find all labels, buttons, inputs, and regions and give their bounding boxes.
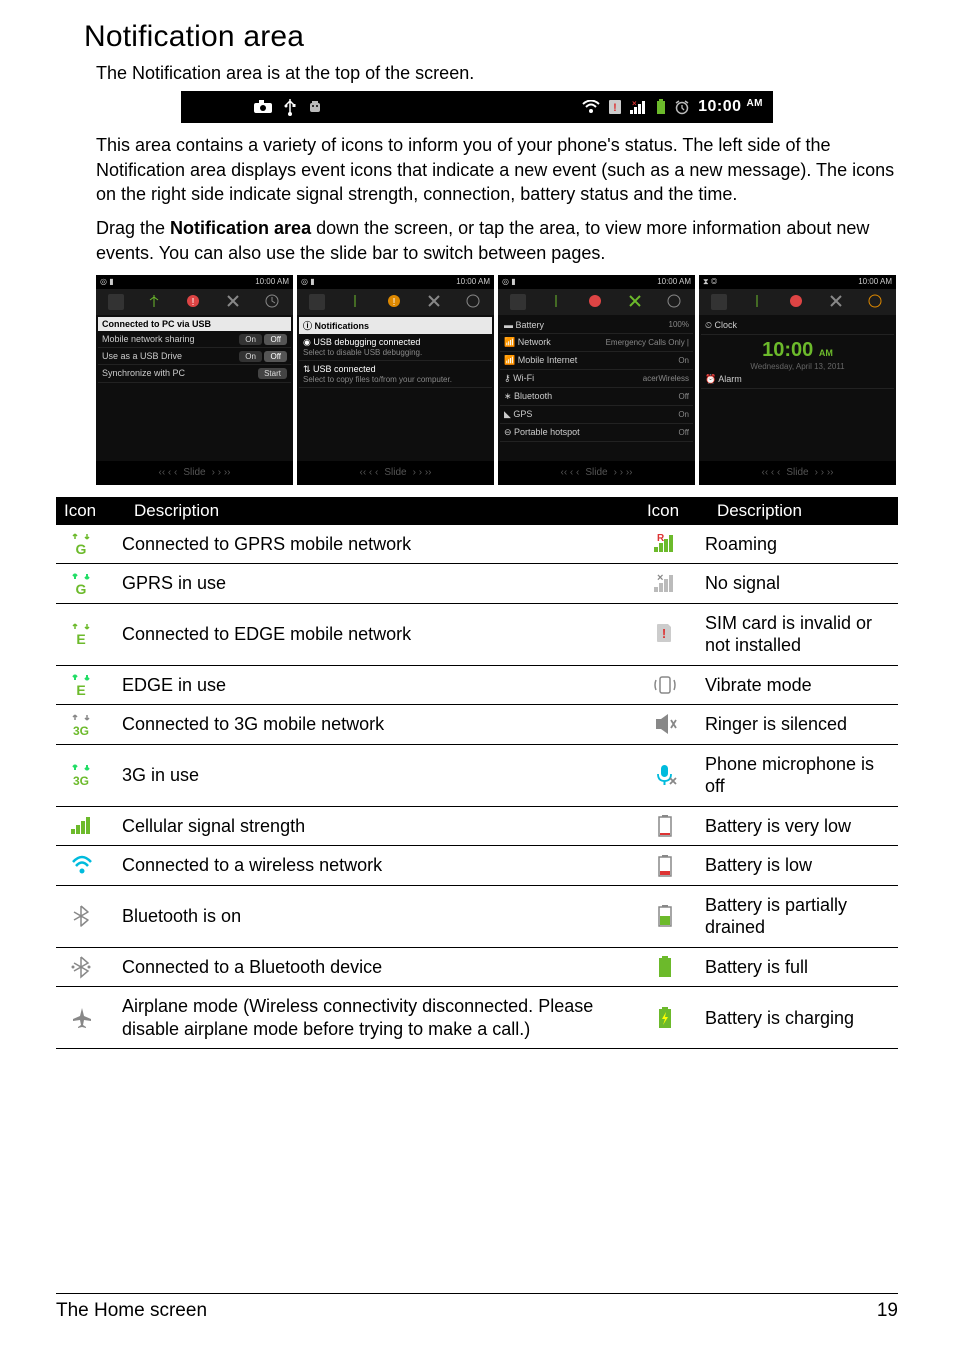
- screenshot-settings: ◎ ▮10:00 AM ▬ Battery100% 📶 NetworkEmerg…: [498, 275, 695, 485]
- description-cell: Battery is very low: [691, 806, 898, 846]
- wifi-icon: [582, 100, 600, 114]
- svg-text:!: !: [393, 297, 396, 308]
- description-cell: SIM card is invalid or not installed: [691, 603, 898, 665]
- notification-panel-screenshots: ◎ ▮10:00 AM ! Connected to PC via USB Mo…: [96, 275, 896, 485]
- no-signal-icon: [639, 564, 691, 604]
- description-cell: Connected to a wireless network: [108, 846, 639, 886]
- table-row: GPRS in use No signal: [56, 564, 898, 604]
- bluetooth-icon: [56, 885, 108, 947]
- batt-partial-icon: [639, 885, 691, 947]
- svg-text:!: !: [192, 297, 195, 308]
- screenshot-clock: ⧗ ◎10:00 AM ⏲ Clock 10:00 AMWednesday, A…: [699, 275, 896, 485]
- th-desc-1: Description: [108, 497, 639, 525]
- description-cell: Bluetooth is on: [108, 885, 639, 947]
- table-row: Connected to GPRS mobile network Roaming: [56, 525, 898, 564]
- threeg-use-icon: [56, 744, 108, 806]
- signal-icon: [56, 806, 108, 846]
- page-title: Notification area: [84, 20, 898, 54]
- sim-invalid-icon: [639, 603, 691, 665]
- description-cell: No signal: [691, 564, 898, 604]
- table-row: Connected to a Bluetooth device Battery i…: [56, 947, 898, 987]
- paragraph-2: Drag the Notification area down the scre…: [96, 216, 898, 265]
- ringer-silenced-icon: [639, 705, 691, 745]
- paragraph-1: This area contains a variety of icons to…: [96, 133, 898, 206]
- footer-section: The Home screen: [56, 1300, 207, 1322]
- camera-icon: [253, 100, 273, 114]
- sim-warn-icon: !: [608, 99, 622, 115]
- wifi-icon: [56, 846, 108, 886]
- mic-off-icon: [639, 744, 691, 806]
- svg-text:!: !: [613, 102, 617, 114]
- edge-icon: [56, 603, 108, 665]
- svg-text:×: ×: [632, 100, 637, 108]
- threeg-icon: [56, 705, 108, 745]
- edge-use-icon: [56, 665, 108, 705]
- description-cell: Connected to GPRS mobile network: [108, 525, 639, 564]
- gprs-icon: [56, 525, 108, 564]
- debug-icon: [307, 99, 323, 115]
- screenshot-usb: ◎ ▮10:00 AM ! Connected to PC via USB Mo…: [96, 275, 293, 485]
- description-cell: GPRS in use: [108, 564, 639, 604]
- airplane-icon: [56, 987, 108, 1049]
- description-cell: Airplane mode (Wireless connectivity dis…: [108, 987, 639, 1049]
- description-cell: Battery is charging: [691, 987, 898, 1049]
- alarm-icon: [674, 99, 690, 115]
- th-icon-1: Icon: [56, 497, 108, 525]
- batt-low-icon: [639, 846, 691, 886]
- table-row: 3G in use Phone microphone is off: [56, 744, 898, 806]
- footer-page-number: 19: [877, 1300, 898, 1322]
- description-cell: Connected to a Bluetooth device: [108, 947, 639, 987]
- description-cell: Roaming: [691, 525, 898, 564]
- description-cell: Battery is low: [691, 846, 898, 886]
- table-row: Bluetooth is on Battery is partially drai…: [56, 885, 898, 947]
- description-cell: Ringer is silenced: [691, 705, 898, 745]
- table-row: Cellular signal strength Battery is very …: [56, 806, 898, 846]
- description-cell: Connected to 3G mobile network: [108, 705, 639, 745]
- status-time: 10:00: [698, 98, 741, 115]
- battery-icon: [656, 99, 666, 115]
- description-cell: Battery is partially drained: [691, 885, 898, 947]
- batt-charging-icon: [639, 987, 691, 1049]
- description-cell: Cellular signal strength: [108, 806, 639, 846]
- vibrate-icon: [639, 665, 691, 705]
- bluetooth-connected-icon: [56, 947, 108, 987]
- signal-icon: ×: [630, 100, 648, 114]
- description-cell: 3G in use: [108, 744, 639, 806]
- table-row: Connected to EDGE mobile network SIM card…: [56, 603, 898, 665]
- intro-text: The Notification area is at the top of t…: [96, 62, 898, 85]
- icon-description-table: Icon Description Icon Description Connec…: [56, 497, 898, 1050]
- page-footer: The Home screen 19: [56, 1293, 898, 1322]
- screenshot-notifications: ◎ ▮10:00 AM ! ⓘ Notifications ◉ USB debu…: [297, 275, 494, 485]
- usb-icon: [283, 98, 297, 116]
- description-cell: Vibrate mode: [691, 665, 898, 705]
- th-desc-2: Description: [691, 497, 898, 525]
- table-row: Airplane mode (Wireless connectivity dis…: [56, 987, 898, 1049]
- table-row: Connected to a wireless network Battery i…: [56, 846, 898, 886]
- batt-full-icon: [639, 947, 691, 987]
- status-ampm: AM: [746, 98, 763, 109]
- description-cell: EDGE in use: [108, 665, 639, 705]
- gprs-use-icon: [56, 564, 108, 604]
- status-bar-illustration: ! × 10:00 AM: [181, 91, 773, 123]
- roaming-icon: [639, 525, 691, 564]
- table-row: EDGE in use Vibrate mode: [56, 665, 898, 705]
- table-row: Connected to 3G mobile network Ringer is …: [56, 705, 898, 745]
- description-cell: Battery is full: [691, 947, 898, 987]
- description-cell: Connected to EDGE mobile network: [108, 603, 639, 665]
- batt-very-low-icon: [639, 806, 691, 846]
- description-cell: Phone microphone is off: [691, 744, 898, 806]
- th-icon-2: Icon: [639, 497, 691, 525]
